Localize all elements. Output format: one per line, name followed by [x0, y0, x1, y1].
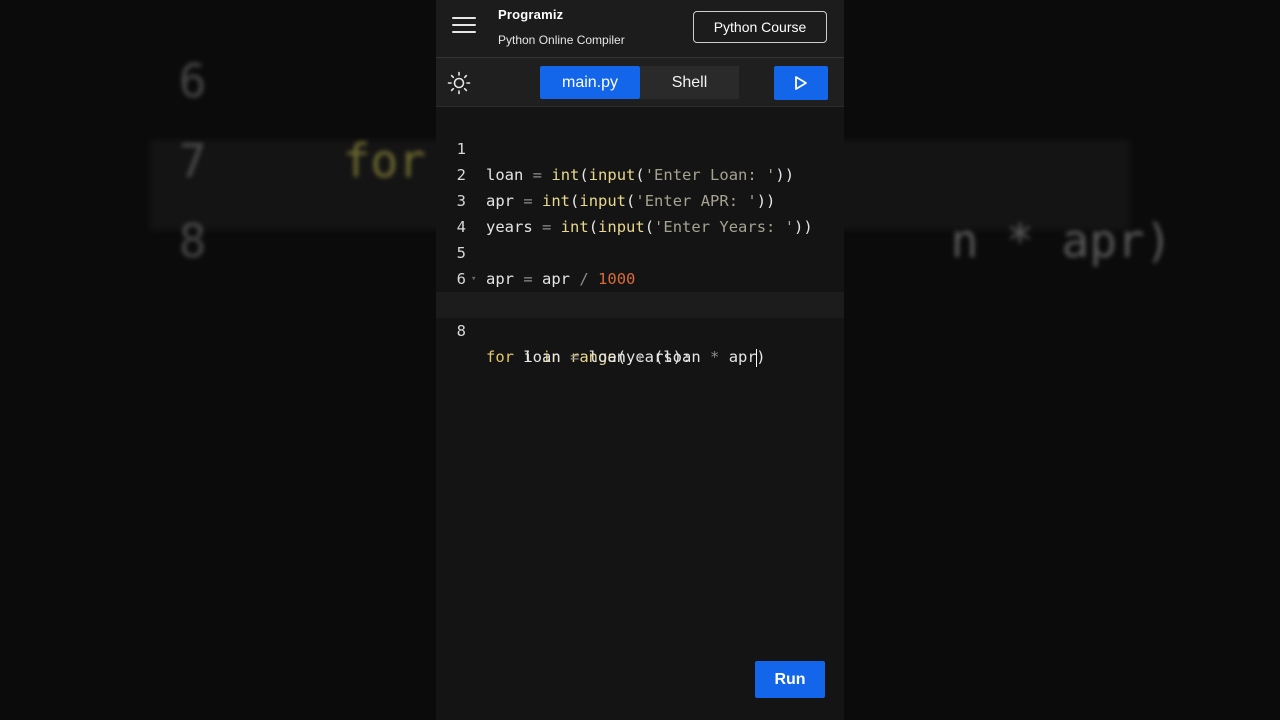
code-line[interactable]: 3 years = int(input('Enter Years: ')) — [436, 162, 844, 236]
code-line[interactable]: 7 ▾ for i in range(years): — [436, 266, 844, 366]
hamburger-menu-icon[interactable] — [452, 14, 476, 36]
text-cursor — [755, 348, 758, 367]
sun-icon[interactable] — [447, 71, 471, 95]
code-text[interactable]: loan = loan + (loan * apr) — [486, 344, 766, 370]
fold-arrow-icon[interactable]: ▾ — [471, 266, 476, 292]
play-icon[interactable] — [774, 66, 828, 100]
backdrop-code-right: n * apr) — [950, 214, 1173, 268]
code-line[interactable]: 1 loan = int(input('Enter Loan: ')) — [436, 110, 844, 184]
compiler-app: Programiz Python Online Compiler Python … — [436, 0, 844, 720]
line-number: 8 — [456, 322, 466, 340]
tab-shell[interactable]: Shell — [640, 66, 739, 99]
code-line[interactable]: 2 apr = int(input('Enter APR: ')) — [436, 136, 844, 210]
brand-logo[interactable]: Programiz — [498, 7, 563, 22]
page-subtitle: Python Online Compiler — [498, 33, 625, 47]
code-line-active[interactable]: 8 loan = loan + (loan * apr) — [436, 292, 844, 367]
code-editor[interactable]: 1 loan = int(input('Enter Loan: ')) 2 ap… — [436, 107, 844, 720]
python-course-button[interactable]: Python Course — [693, 11, 827, 43]
backdrop-line-number: 8 — [178, 214, 207, 268]
top-bar: Programiz Python Online Compiler Python … — [436, 0, 844, 58]
editor-toolbar: main.py Shell — [436, 58, 844, 107]
code-line[interactable]: 4 — [436, 188, 844, 236]
run-button[interactable]: Run — [755, 661, 825, 698]
backdrop-line-8-right: n * apr) — [840, 160, 1173, 322]
code-line[interactable]: 6 — [436, 240, 844, 288]
code-line[interactable]: 5 apr = apr / 1000 — [436, 214, 844, 288]
tab-main-py[interactable]: main.py — [540, 66, 640, 99]
